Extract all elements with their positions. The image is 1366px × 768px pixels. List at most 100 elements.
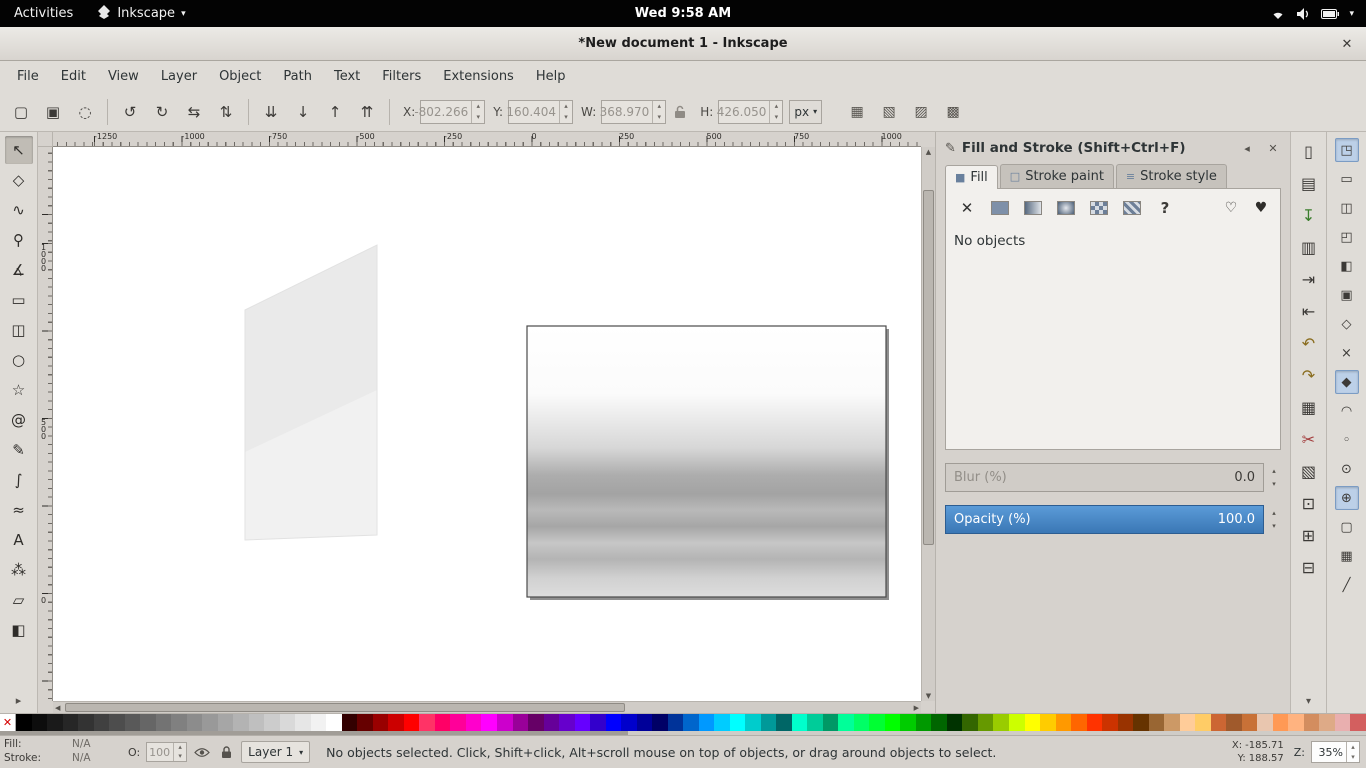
menu-item[interactable]: File [6, 61, 50, 92]
palette-swatch[interactable] [497, 714, 513, 731]
command-zoom-page[interactable]: ⊟ [1296, 554, 1322, 580]
layer-lock-icon[interactable] [217, 746, 235, 759]
palette-swatch[interactable] [792, 714, 808, 731]
battery-icon[interactable] [1321, 9, 1339, 19]
paint-unknown-button[interactable]: ? [1150, 195, 1180, 221]
toolbar-button-rotate-cw[interactable]: ↻ [147, 97, 177, 127]
palette-swatch[interactable] [823, 714, 839, 731]
palette-swatch[interactable] [1226, 714, 1242, 731]
palette-swatch[interactable] [1009, 714, 1025, 731]
palette-swatch[interactable] [916, 714, 932, 731]
horizontal-scrollbar[interactable]: ◀ ▶ [53, 701, 921, 713]
palette-swatch[interactable] [187, 714, 203, 731]
volume-icon[interactable] [1296, 7, 1311, 21]
palette-swatch[interactable] [978, 714, 994, 731]
snap-snap-line-midpoints[interactable]: ◦ [1335, 428, 1359, 452]
dock-button-dock-collapse[interactable]: ◂ [1239, 140, 1255, 156]
command-open-document[interactable]: ▤ [1296, 170, 1322, 196]
vertical-scrollbar[interactable]: ▲ ▼ [921, 147, 935, 701]
tab-stroke-style[interactable]: ≡ Stroke style [1116, 164, 1227, 188]
palette-swatch[interactable] [311, 714, 327, 731]
snap-snap-grids[interactable]: ▦ [1335, 544, 1359, 568]
palette-swatch[interactable] [1164, 714, 1180, 731]
paint-none-button[interactable]: ✕ [952, 195, 982, 221]
palette-swatch[interactable] [1056, 714, 1072, 731]
spin-up-icon[interactable]: ▴ [1267, 465, 1281, 478]
spin-up-icon[interactable]: ▴ [770, 101, 782, 112]
spin-up-icon[interactable]: ▴ [472, 101, 484, 112]
tool-ellipse[interactable]: ○ [5, 346, 33, 374]
palette-swatch[interactable] [931, 714, 947, 731]
tool-measure[interactable]: ∡ [5, 256, 33, 284]
command-export-bitmap[interactable]: ⇤ [1296, 298, 1322, 324]
tool-node-editor[interactable]: ◇ [5, 166, 33, 194]
spin-down-icon[interactable]: ▾ [472, 112, 484, 123]
snap-snap-master-toggle[interactable]: ◳ [1335, 138, 1359, 162]
command-print-document[interactable]: ▥ [1296, 234, 1322, 260]
palette-swatch[interactable] [1273, 714, 1289, 731]
paint-radial-gradient-button[interactable] [1051, 195, 1081, 221]
palette-swatch[interactable] [481, 714, 497, 731]
object-opacity-value[interactable]: 100 [147, 743, 173, 761]
palette-swatch[interactable] [32, 714, 48, 731]
command-undo[interactable]: ↶ [1296, 330, 1322, 356]
command-save-document[interactable]: ↧ [1296, 202, 1322, 228]
snap-snap-guides[interactable]: ╱ [1335, 573, 1359, 597]
palette-swatch[interactable] [249, 714, 265, 731]
affect-toggle-scale-corners-toggle[interactable]: ▧ [874, 97, 904, 127]
palette-swatch[interactable] [807, 714, 823, 731]
layer-visibility-icon[interactable] [193, 747, 211, 758]
palette-swatch[interactable] [202, 714, 218, 731]
palette-swatch[interactable] [900, 714, 916, 731]
palette-swatch[interactable] [606, 714, 622, 731]
x-value[interactable]: -802.266 [421, 101, 471, 123]
command-zoom-drawing[interactable]: ⊞ [1296, 522, 1322, 548]
y-value[interactable]: 160.404 [509, 101, 559, 123]
palette-swatch[interactable] [388, 714, 404, 731]
palette-swatch[interactable] [714, 714, 730, 731]
tool-text[interactable]: A [5, 526, 33, 554]
snap-snap-page-border[interactable]: ▢ [1335, 515, 1359, 539]
fill-rule-button-fill-rule-evenodd[interactable]: ♥ [1248, 196, 1274, 220]
toolbar-button-select-all[interactable]: ▢ [6, 97, 36, 127]
palette-swatch[interactable] [544, 714, 560, 731]
gradient-rectangle-object[interactable] [527, 326, 889, 600]
palette-swatch[interactable] [373, 714, 389, 731]
affect-toggle-move-patterns-toggle[interactable]: ▩ [938, 97, 968, 127]
unit-dropdown[interactable]: px ▾ [789, 100, 822, 124]
palette-swatch[interactable] [575, 714, 591, 731]
tool-eraser[interactable]: ▱ [5, 586, 33, 614]
fill-rule-button-fill-rule-nonzero[interactable]: ♡ [1218, 196, 1244, 220]
palette-swatch[interactable] [1071, 714, 1087, 731]
palette-swatch[interactable] [342, 714, 358, 731]
palette-swatch[interactable] [326, 714, 342, 731]
palette-swatch[interactable] [838, 714, 854, 731]
zoom-value[interactable]: 35% [1312, 742, 1346, 762]
palette-swatch[interactable] [1288, 714, 1304, 731]
snap-snap-rotation-centers[interactable]: ⊕ [1335, 486, 1359, 510]
snap-snap-bbox-midpoints[interactable]: ◧ [1335, 254, 1359, 278]
tool-spray[interactable]: ⁂ [5, 556, 33, 584]
palette-swatch[interactable] [885, 714, 901, 731]
palette-swatch[interactable] [1195, 714, 1211, 731]
snap-snap-bbox-centers[interactable]: ▣ [1335, 283, 1359, 307]
palette-swatch[interactable] [993, 714, 1009, 731]
palette-swatch[interactable] [699, 714, 715, 731]
palette-swatch[interactable] [404, 714, 420, 731]
paint-pattern-button[interactable] [1084, 195, 1114, 221]
palette-swatch[interactable] [962, 714, 978, 731]
palette-scroll-thumb[interactable] [0, 731, 628, 735]
dock-button-dock-close[interactable]: ✕ [1265, 140, 1281, 156]
spin-up-icon[interactable]: ▴ [1347, 742, 1359, 752]
palette-swatch[interactable] [171, 714, 187, 731]
palette-swatch[interactable] [233, 714, 249, 731]
command-copy[interactable]: ▦ [1296, 394, 1322, 420]
snap-snap-cusp-nodes[interactable]: ◆ [1335, 370, 1359, 394]
palette-swatch[interactable] [1087, 714, 1103, 731]
w-spinbox[interactable]: 368.970 ▴▾ [601, 100, 666, 124]
palette-swatch[interactable] [1025, 714, 1041, 731]
lock-ratio-icon[interactable] [670, 100, 690, 124]
paint-linear-gradient-button[interactable] [1018, 195, 1048, 221]
toolbar-button-lower[interactable]: ↓ [288, 97, 318, 127]
spin-down-icon[interactable]: ▾ [560, 112, 572, 123]
